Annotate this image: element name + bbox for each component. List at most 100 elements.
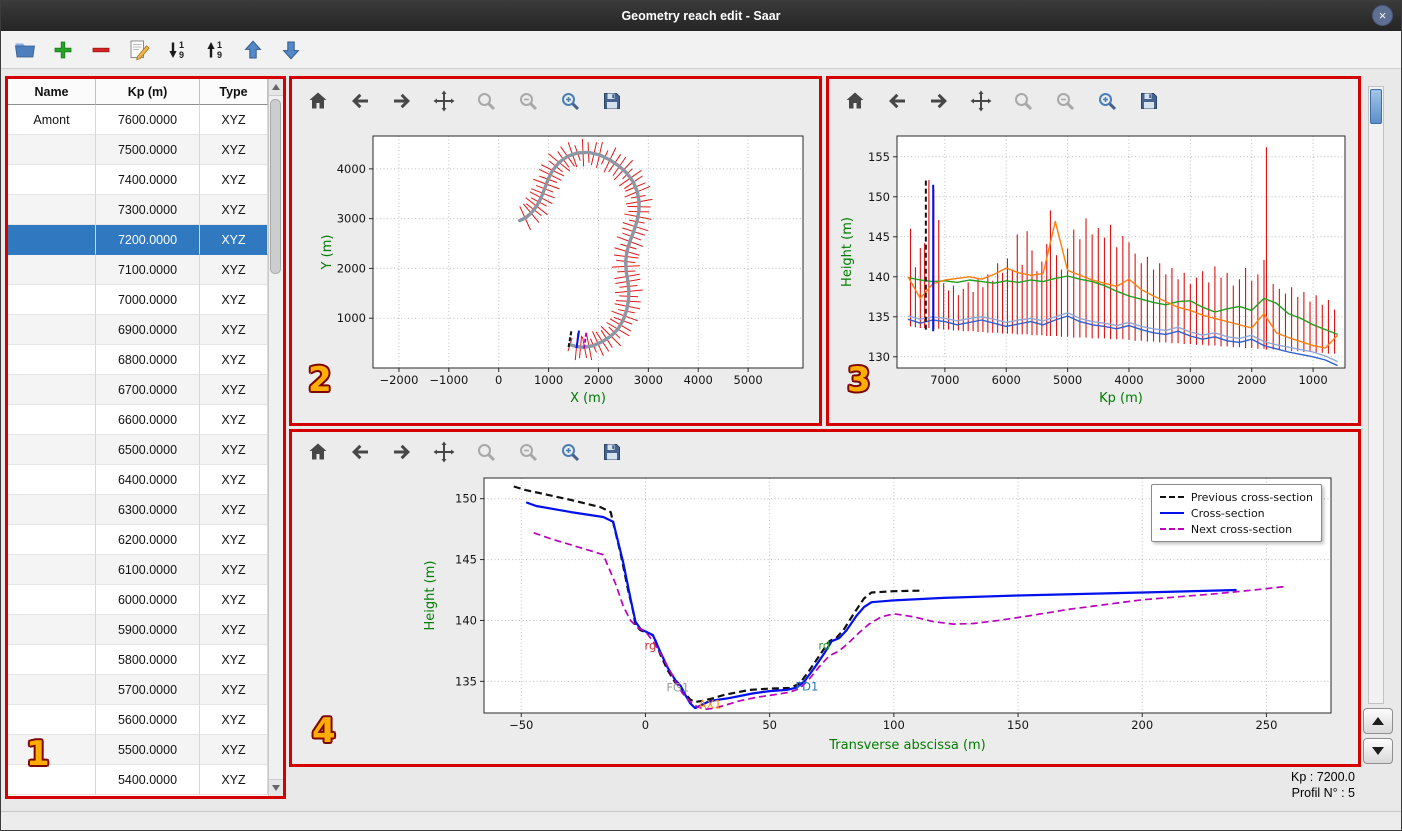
table-row[interactable]: 5600.0000 XYZ [8, 705, 283, 735]
table-cell: 5400.0000 [96, 765, 200, 795]
svg-text:155: 155 [868, 150, 890, 164]
svg-text:rd: rd [818, 639, 830, 653]
panel-2-label: 2 [308, 360, 332, 400]
table-cell [8, 465, 96, 495]
table-row[interactable]: 6200.0000 XYZ [8, 525, 283, 555]
sort-ascending-icon[interactable]: 19 [201, 36, 229, 64]
zoom-minus-disabled-icon[interactable] [514, 438, 542, 466]
table-row[interactable]: 6900.0000 XYZ [8, 315, 283, 345]
home-icon[interactable] [304, 438, 332, 466]
pan-icon[interactable] [430, 87, 458, 115]
remove-profile-icon[interactable] [87, 36, 115, 64]
home-icon[interactable] [841, 87, 869, 115]
table-cell: 7400.0000 [96, 165, 200, 195]
table-cell: XYZ [200, 555, 268, 585]
profile-scrollbar-thumb[interactable] [1370, 89, 1382, 124]
edit-profile-icon[interactable] [125, 36, 153, 64]
table-cell: 6300.0000 [96, 495, 200, 525]
zoom-disabled-icon[interactable] [472, 438, 500, 466]
svg-text:150: 150 [1007, 718, 1029, 732]
move-profile-up-icon[interactable] [239, 36, 267, 64]
profile-up-button[interactable] [1363, 708, 1393, 734]
save-figure-icon[interactable] [1135, 87, 1163, 115]
save-figure-icon[interactable] [598, 87, 626, 115]
table-row[interactable]: 6000.0000 XYZ [8, 585, 283, 615]
column-header-kp[interactable]: Kp (m) [96, 79, 200, 105]
column-header-name[interactable]: Name [8, 79, 96, 105]
table-row[interactable]: 6800.0000 XYZ [8, 345, 283, 375]
table-row[interactable]: 7200.0000 XYZ [8, 225, 283, 255]
table-scrollbar-thumb[interactable] [270, 99, 281, 274]
open-geometry-icon[interactable] [11, 36, 39, 64]
zoom-disabled-icon[interactable] [1009, 87, 1037, 115]
table-cell: 6200.0000 [96, 525, 200, 555]
table-row[interactable]: 6300.0000 XYZ [8, 495, 283, 525]
table-row[interactable]: 7100.0000 XYZ [8, 255, 283, 285]
sort-descending-icon[interactable]: 19 [163, 36, 191, 64]
table-cell [8, 435, 96, 465]
table-cell [8, 765, 96, 795]
table-row[interactable]: 5700.0000 XYZ [8, 675, 283, 705]
table-row[interactable]: 6700.0000 XYZ [8, 375, 283, 405]
svg-text:−1000: −1000 [429, 373, 468, 387]
zoom-minus-disabled-icon[interactable] [1051, 87, 1079, 115]
forward-arrow-icon[interactable] [388, 87, 416, 115]
table-row[interactable]: 6100.0000 XYZ [8, 555, 283, 585]
table-row[interactable]: 6400.0000 XYZ [8, 465, 283, 495]
forward-arrow-icon[interactable] [925, 87, 953, 115]
forward-arrow-icon[interactable] [388, 438, 416, 466]
profile-scrollbar[interactable] [1368, 86, 1384, 704]
table-row[interactable]: 7300.0000 XYZ [8, 195, 283, 225]
legend-entry-next: Next cross-section [1159, 521, 1313, 537]
pan-icon[interactable] [967, 87, 995, 115]
scroll-down-icon[interactable] [269, 779, 283, 796]
table-cell: 6900.0000 [96, 315, 200, 345]
svg-text:140: 140 [455, 613, 477, 627]
home-icon[interactable] [304, 87, 332, 115]
zoom-disabled-icon[interactable] [472, 87, 500, 115]
panel-1-label: 1 [26, 734, 50, 774]
legend-label-next: Next cross-section [1190, 522, 1293, 536]
close-button[interactable]: × [1372, 5, 1393, 26]
table-row[interactable]: 7500.0000 XYZ [8, 135, 283, 165]
table-cell: 6500.0000 [96, 435, 200, 465]
table-row[interactable]: 5800.0000 XYZ [8, 645, 283, 675]
plan-view-plot[interactable]: −2000 −1000 0 1000 2000 3000 4000 5000 1000 2000 3… [292, 123, 819, 423]
zoom-rect-icon[interactable] [556, 438, 584, 466]
svg-text:−2000: −2000 [379, 373, 418, 387]
table-row[interactable]: 6600.0000 XYZ [8, 405, 283, 435]
zoom-rect-icon[interactable] [1093, 87, 1121, 115]
svg-text:1: 1 [179, 40, 184, 50]
column-header-type[interactable]: Type [200, 79, 268, 105]
save-figure-icon[interactable] [598, 438, 626, 466]
table-row[interactable]: Amont 7600.0000 XYZ [8, 105, 283, 135]
table-cell: 7200.0000 [96, 225, 200, 255]
table-row[interactable]: 7400.0000 XYZ [8, 165, 283, 195]
table-cell [8, 135, 96, 165]
table-row[interactable]: 6500.0000 XYZ [8, 435, 283, 465]
svg-text:4000: 4000 [684, 373, 713, 387]
svg-text:Transverse abscissa (m): Transverse abscissa (m) [828, 738, 986, 753]
move-profile-down-icon[interactable] [277, 36, 305, 64]
back-arrow-icon[interactable] [346, 87, 374, 115]
svg-text:FG1: FG1 [666, 681, 689, 695]
cross-section-panel: −50 0 50 100 150 200 250 135 140 145 150 Transverse… [289, 429, 1361, 767]
svg-text:150: 150 [868, 190, 890, 204]
profile-down-button[interactable] [1363, 738, 1393, 764]
back-arrow-icon[interactable] [346, 438, 374, 466]
svg-text:FD1: FD1 [796, 679, 819, 693]
longitudinal-profile-plot[interactable]: 7000 6000 5000 4000 3000 2000 1000 130 135 140 145… [829, 123, 1358, 423]
pan-icon[interactable] [430, 438, 458, 466]
zoom-minus-disabled-icon[interactable] [514, 87, 542, 115]
plan-view-panel: −2000 −1000 0 1000 2000 3000 4000 5000 1000 2000 3… [289, 76, 822, 426]
table-scrollbar[interactable] [268, 79, 283, 796]
table-row[interactable]: 5900.0000 XYZ [8, 615, 283, 645]
table-row[interactable]: 7000.0000 XYZ [8, 285, 283, 315]
table-cell: 5800.0000 [96, 645, 200, 675]
zoom-rect-icon[interactable] [556, 87, 584, 115]
svg-text:7000: 7000 [930, 373, 959, 387]
back-arrow-icon[interactable] [883, 87, 911, 115]
scroll-up-icon[interactable] [269, 79, 283, 96]
add-profile-icon[interactable] [49, 36, 77, 64]
title-bar[interactable]: Geometry reach edit - Saar × [1, 1, 1401, 31]
